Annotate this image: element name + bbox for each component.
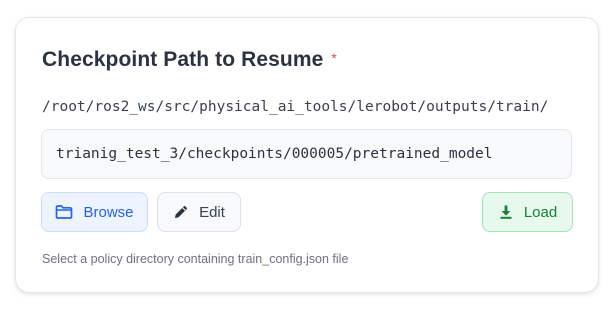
helper-text: Select a policy directory containing tra…	[42, 252, 349, 266]
load-label: Load	[523, 203, 558, 221]
checkpoint-card: Checkpoint Path to Resume * /root/ros2_w…	[15, 17, 599, 293]
title-row: Checkpoint Path to Resume *	[42, 48, 337, 72]
required-marker: *	[331, 50, 337, 66]
section-title: Checkpoint Path to Resume	[42, 48, 324, 71]
pencil-icon	[173, 204, 189, 220]
browse-button[interactable]: Browse	[41, 192, 148, 232]
folder-icon	[55, 204, 73, 220]
checkpoint-path-field[interactable]: trianig_test_3/checkpoints/000005/pretra…	[41, 129, 572, 179]
edit-button[interactable]: Edit	[157, 192, 241, 232]
base-path-text: /root/ros2_ws/src/physical_ai_tools/lero…	[42, 99, 549, 115]
download-icon	[498, 204, 514, 220]
browse-label: Browse	[83, 203, 134, 221]
checkpoint-path-value: trianig_test_3/checkpoints/000005/pretra…	[56, 146, 493, 162]
load-button[interactable]: Load	[482, 192, 573, 232]
edit-label: Edit	[199, 203, 225, 221]
